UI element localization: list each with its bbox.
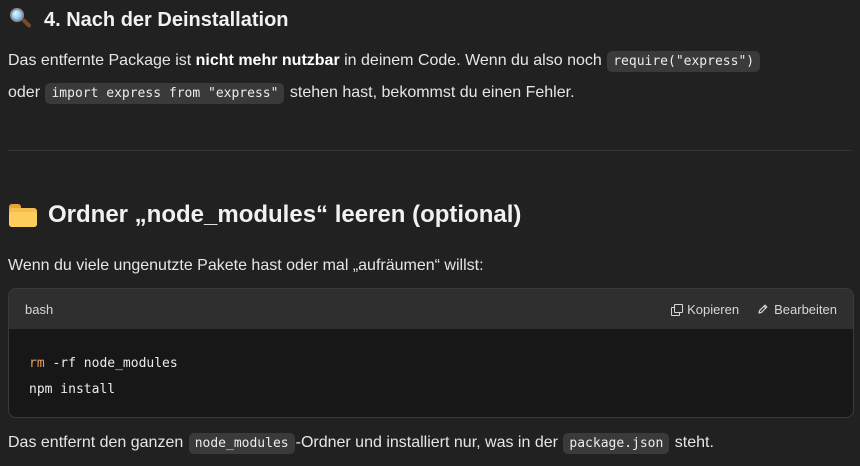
text-span: -Ordner und installiert nur, was in der (295, 434, 563, 451)
paragraph-intro: Wenn du viele ungenutzte Pakete hast ode… (8, 257, 484, 274)
copy-icon (671, 303, 684, 316)
paragraph-uninstall-effect-line1: Das entfernte Package ist nicht mehr nut… (8, 47, 761, 76)
code-block-actions: Kopieren Bearbeiten (671, 302, 837, 317)
copy-label: Kopieren (687, 301, 740, 317)
code-line: npm install (29, 382, 116, 397)
inline-code-package-json: package.json (563, 433, 670, 454)
text-span: Das entfernt den ganzen (8, 434, 188, 451)
section-heading-clear-node-modules: Ordner „node_modules“ leeren (optional) (8, 197, 521, 233)
code-line: rm -rf node_modules (29, 351, 833, 377)
text-span: steht. (670, 434, 714, 451)
pencil-icon (758, 304, 768, 314)
inline-code-require: require("express") (607, 51, 761, 72)
text-span: stehen hast, bekommst du einen Fehler. (285, 84, 575, 101)
code-content[interactable]: rm -rf node_modules npm install (9, 329, 853, 403)
code-text: -rf node_modules (44, 356, 178, 371)
section-heading-after-uninstall: 4. Nach der Deinstallation (8, 6, 289, 34)
section-heading-text: 4. Nach der Deinstallation (44, 8, 289, 31)
text-span: Das entfernte Package ist (8, 52, 196, 69)
paragraph-outro: Das entfernt den ganzen node_modules -Ord… (8, 429, 714, 458)
section-heading-text: Ordner „node_modules“ leeren (optional) (48, 201, 522, 228)
text-span: in deinem Code. Wenn du also noch (339, 52, 607, 69)
paragraph-uninstall-effect-line2: oder import express from "express" stehe… (8, 79, 575, 108)
inline-code-node-modules: node_modules (188, 433, 295, 454)
inline-code-import: import express from "express" (45, 83, 285, 104)
edit-button[interactable]: Bearbeiten (757, 302, 837, 317)
magnifying-glass-icon (8, 7, 34, 33)
divider (8, 150, 852, 151)
code-keyword: rm (29, 356, 45, 371)
copy-button[interactable]: Kopieren (671, 302, 739, 317)
bold-text: nicht mehr nutzbar (195, 52, 340, 69)
edit-label: Bearbeiten (774, 301, 837, 317)
text-span: oder (8, 84, 45, 101)
folder-icon (8, 202, 38, 228)
code-language-label: bash (25, 301, 54, 317)
code-block: bash Kopieren Bearbeiten rm -rf node_mod… (8, 288, 854, 418)
code-block-header: bash Kopieren Bearbeiten (9, 289, 853, 329)
